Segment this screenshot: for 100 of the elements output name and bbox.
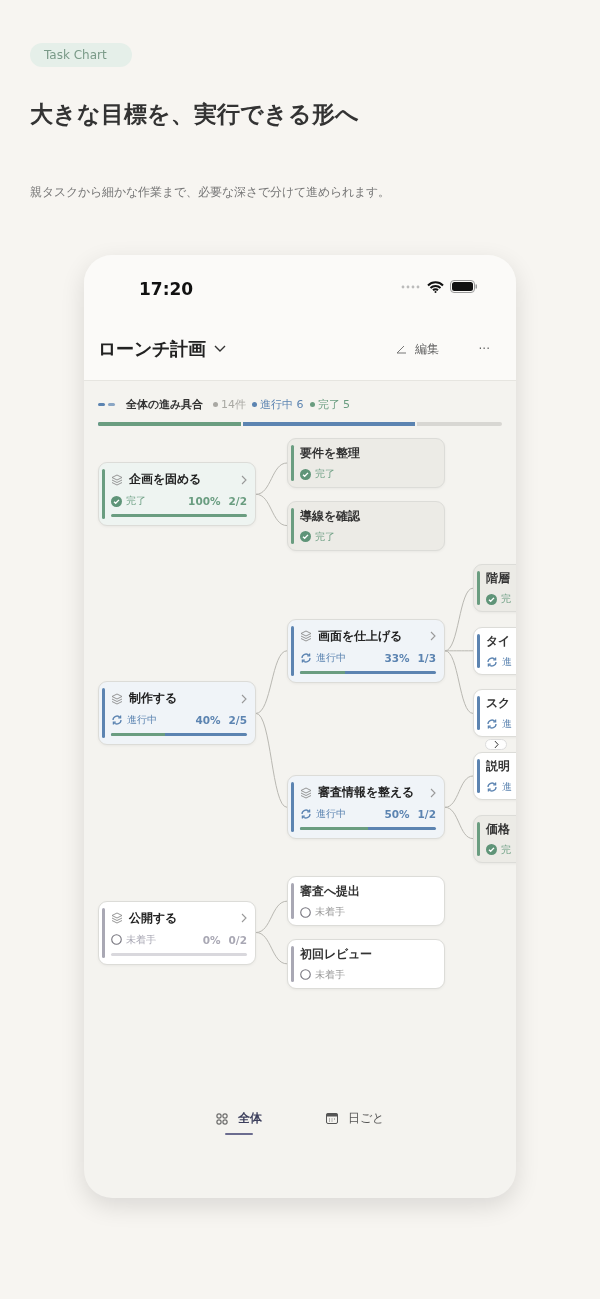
layers-icon [111, 473, 123, 486]
refresh-icon [111, 714, 123, 727]
status-label: 進 [502, 780, 512, 794]
layers-icon [111, 912, 123, 924]
collapse-handle[interactable] [485, 739, 507, 750]
count-label: 1/3 [417, 651, 436, 664]
refresh-icon [486, 781, 498, 793]
task-card[interactable]: 画面を仕上げる 進行中 33% 1/3 [287, 618, 445, 683]
stat-label: 進行中 6 [260, 397, 304, 412]
count-label: 2/5 [228, 714, 247, 727]
empty-circle-icon [300, 969, 311, 981]
percent-label: 0% [202, 933, 221, 946]
status-label: 進 [502, 654, 512, 669]
task-card[interactable]: 審査情報を整える 進行中 50% 1/2 [287, 775, 445, 840]
project-title: ローンチ計画 [98, 337, 206, 361]
card-title: 初回レビュー [300, 945, 372, 963]
connector-line [444, 806, 474, 840]
stat-label: 完了 5 [317, 397, 350, 412]
count-label: 0/2 [228, 933, 247, 946]
more-button[interactable]: ··· [476, 340, 492, 358]
status-label: 進行中 [316, 650, 347, 665]
chevron-right-icon [430, 787, 436, 798]
stat-label: 14件 [221, 397, 246, 412]
task-card[interactable]: タイ 進 [473, 626, 516, 675]
check-circle-icon [300, 468, 311, 480]
overview-label: 全体の進み具合 [126, 397, 203, 412]
task-card[interactable]: 公開する 未着手 0% 0/2 [98, 900, 256, 965]
section-badge: Task Chart [30, 43, 132, 67]
card-title: タイ [486, 632, 510, 650]
card-title: 階層 [486, 570, 510, 588]
check-circle-icon [111, 495, 122, 507]
count-label: 1/2 [417, 808, 436, 821]
status-label: 進 [502, 717, 512, 732]
task-card[interactable]: 価格 完 [473, 814, 516, 863]
refresh-icon [486, 718, 498, 731]
pencil-icon [395, 344, 407, 354]
subtitle: 親タスクから細かな作業まで、必要な深さで分けて進められます。 [30, 184, 391, 201]
refresh-icon [486, 655, 498, 668]
status-label: 未着手 [315, 967, 345, 982]
task-card[interactable]: 説明 進 [473, 752, 516, 800]
chevron-right-icon [241, 913, 247, 923]
status-label: 完 [501, 842, 511, 857]
chevron-right-icon [430, 631, 436, 642]
card-title: 価格 [486, 820, 510, 838]
empty-circle-icon [300, 906, 311, 918]
tab[interactable]: 日ごと [326, 1110, 384, 1142]
percent-label: 100% [188, 495, 221, 508]
status-label: 完了 [126, 494, 147, 509]
card-title: 審査へ提出 [300, 883, 360, 901]
check-circle-icon [486, 593, 497, 605]
connector-line [255, 900, 288, 933]
card-title: 要件を整理 [300, 445, 360, 462]
calendar-icon [326, 1113, 338, 1124]
count-label: 2/2 [228, 495, 247, 508]
status-label: 完 [501, 592, 511, 607]
layers-icon [300, 630, 312, 643]
refresh-icon [300, 808, 312, 821]
check-circle-icon [300, 531, 311, 543]
task-card[interactable]: 初回レビュー 未着手 [287, 938, 445, 989]
status-label: 未着手 [315, 905, 345, 920]
card-title: スク [486, 695, 510, 713]
task-card[interactable]: 階層 完 [473, 564, 516, 613]
status-label: 進行中 [127, 713, 158, 728]
percent-label: 33% [384, 651, 410, 664]
status-label: 進行中 [316, 807, 347, 822]
task-card[interactable]: 審査へ提出 未着手 [287, 876, 445, 927]
status-time: 17:20 [139, 277, 195, 299]
signal-icon [401, 284, 421, 289]
layers-icon [111, 692, 123, 705]
chevron-right-icon [241, 474, 247, 485]
task-card[interactable]: 企画を固める 完了 100% 2/2 [98, 462, 256, 527]
task-card[interactable]: 要件を整理 完了 [287, 438, 445, 488]
card-title: 審査情報を整える [318, 784, 415, 802]
chevron-right-icon [241, 693, 247, 704]
connector-line [444, 775, 474, 808]
battery-icon [450, 280, 478, 293]
status-label: 完了 [315, 529, 335, 544]
task-card[interactable]: 制作する 進行中 40% 2/5 [98, 681, 256, 746]
card-title: 説明 [486, 758, 510, 775]
card-title: 導線を確認 [300, 507, 360, 525]
percent-label: 40% [195, 714, 221, 727]
connector-line [255, 462, 288, 495]
status-label: 未着手 [126, 932, 157, 947]
refresh-icon [300, 651, 312, 664]
card-title: 公開する [129, 909, 178, 927]
card-title: 企画を固める [129, 471, 202, 489]
chevron-right-icon [493, 740, 499, 749]
edit-button[interactable]: 編集 [393, 338, 441, 360]
tab[interactable]: 全体 [216, 1110, 262, 1142]
dash-legend-icon [98, 403, 116, 406]
layers-icon [300, 786, 312, 799]
status-label: 完了 [315, 467, 335, 481]
task-card[interactable]: 導線を確認 完了 [287, 500, 445, 551]
task-card[interactable]: スク 進 [473, 689, 516, 738]
connector-line [255, 932, 288, 965]
headline: 大きな目標を、実行できる形へ [30, 100, 360, 129]
wifi-icon [427, 280, 444, 293]
chevron-down-icon[interactable] [214, 345, 226, 353]
percent-label: 50% [384, 808, 410, 821]
empty-circle-icon [111, 934, 122, 945]
